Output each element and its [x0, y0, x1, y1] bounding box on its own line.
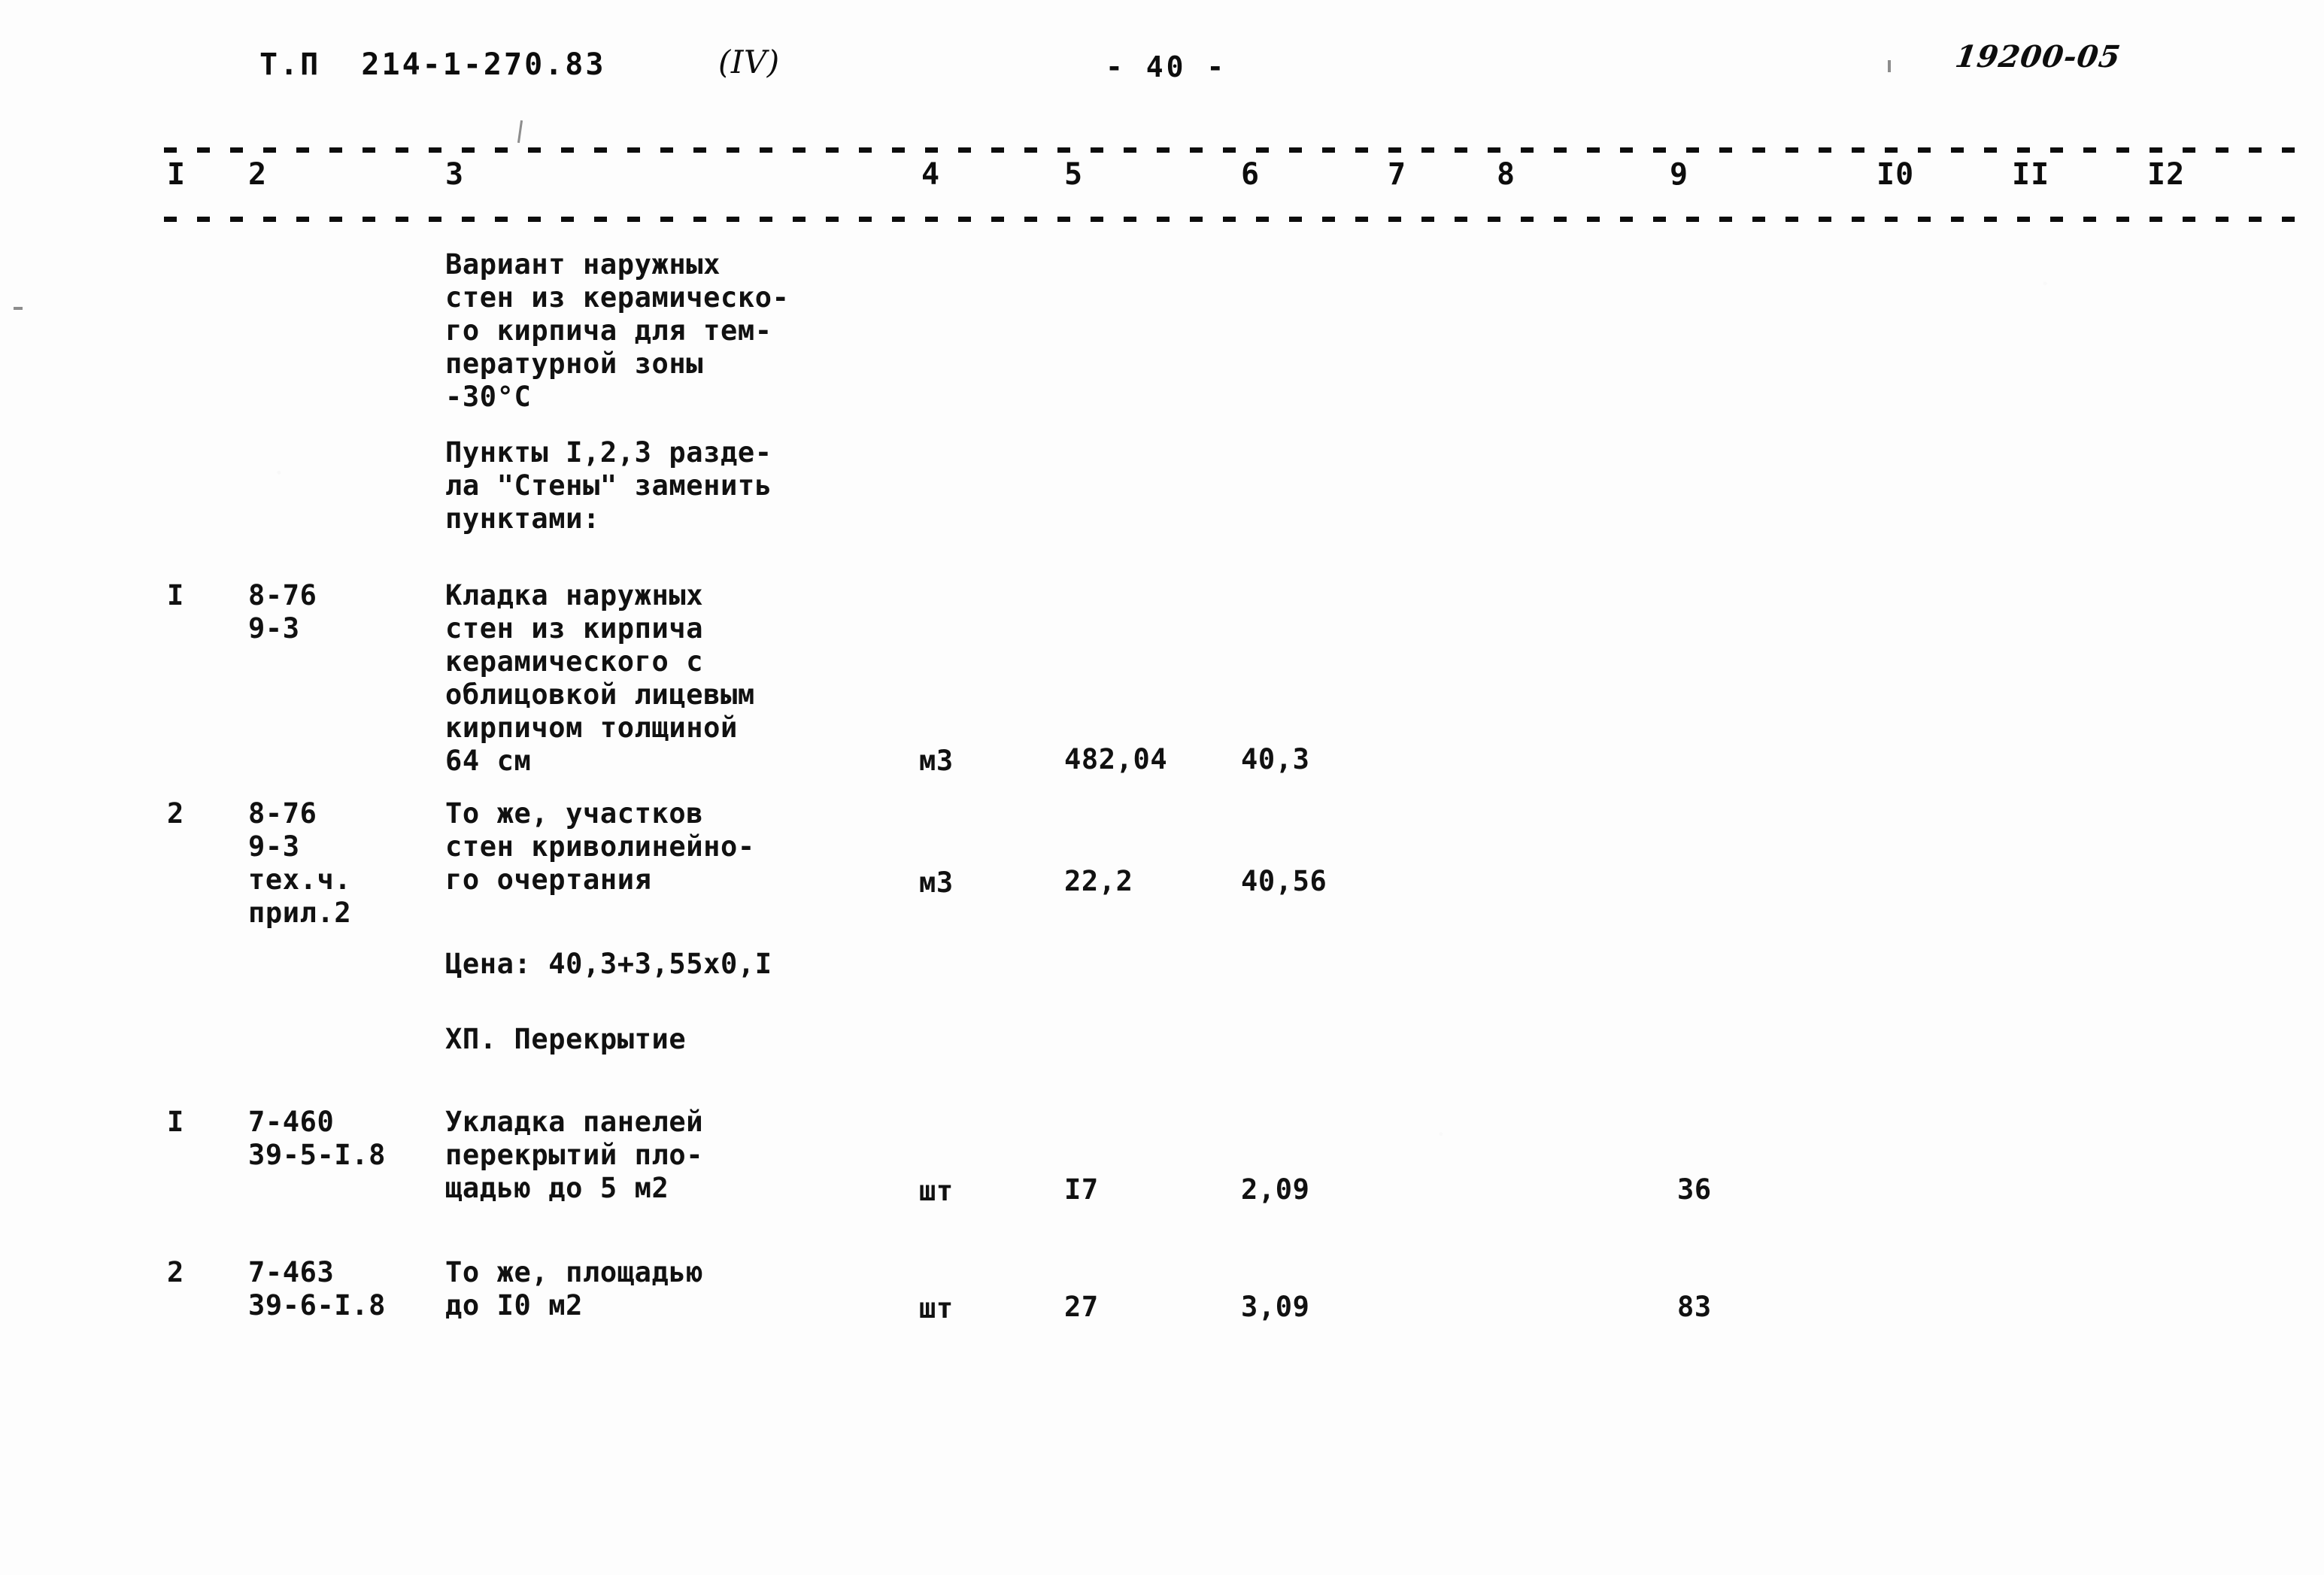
- table-row: I 8-76 9-3 Кладка наружных стен из кирпи…: [0, 579, 2324, 797]
- document-page: Т.П 214-1-270.83 (IV) - 40 - 19200-05 I2…: [0, 0, 2324, 1575]
- row-number: 2: [167, 1256, 184, 1288]
- page-header: Т.П 214-1-270.83 (IV) - 40 - 19200-05: [0, 39, 2324, 95]
- column-number-3: 3: [445, 157, 465, 192]
- section-heading-row: ХП. Перекрытие: [0, 1023, 2324, 1106]
- price-note-row: Цена: 40,3+3,55х0,I: [0, 948, 2324, 1023]
- table-rule-top: [164, 147, 2298, 153]
- row-description: Кладка наружных стен из кирпича керамиче…: [445, 579, 755, 777]
- row-number: I: [167, 1106, 184, 1138]
- row-unit: шт: [919, 1292, 954, 1325]
- row-unit: шт: [919, 1175, 954, 1207]
- document-code: Т.П 214-1-270.83: [259, 47, 606, 82]
- table-rule-bottom: [164, 217, 2298, 222]
- archive-code: 19200-05: [1952, 39, 2123, 74]
- column-number-12: I2: [2147, 157, 2186, 192]
- document-variant: (IV): [718, 44, 780, 80]
- column-number-strip: I 2 3 4 5 6 7 8 9 I0 II I2: [0, 159, 2324, 212]
- row-description: Укладка панелей перекрытий пло- щадью до…: [445, 1106, 704, 1204]
- scan-edge-mark: [14, 307, 23, 310]
- intro-row: Вариант наружных стен из керамическо- го…: [0, 248, 2324, 436]
- price-note: Цена: 40,3+3,55х0,I: [445, 948, 772, 980]
- instruction-row: Пункты I,2,3 разде- ла "Стены" заменить …: [0, 436, 2324, 579]
- table-row: 2 7-463 39-6-I.8 То же, площадью до I0 м…: [0, 1256, 2324, 1391]
- row-code: 7-463 39-6-I.8: [248, 1256, 387, 1322]
- column-number-2: 2: [248, 157, 268, 192]
- row-price: 3,09: [1241, 1291, 1310, 1323]
- column-number-1: I: [167, 157, 187, 192]
- column-number-9: 9: [1670, 157, 1689, 192]
- column-number-6: 6: [1241, 157, 1261, 192]
- column-number-5: 5: [1064, 157, 1084, 192]
- row-number: 2: [167, 797, 184, 830]
- column-number-4: 4: [921, 157, 941, 192]
- section-heading: ХП. Перекрытие: [445, 1023, 687, 1055]
- instruction-text: Пункты I,2,3 разде- ла "Стены" заменить …: [445, 436, 772, 535]
- row-price: 40,56: [1241, 865, 1327, 897]
- scan-edge-mark: [517, 120, 523, 144]
- row-code: 8-76 9-3 тех.ч. прил.2: [248, 797, 352, 929]
- row-quantity: 27: [1064, 1291, 1099, 1323]
- row-unit: м3: [919, 745, 954, 777]
- row-col9: 36: [1677, 1173, 1712, 1206]
- row-code: 7-460 39-5-I.8: [248, 1106, 387, 1171]
- row-quantity: 22,2: [1064, 865, 1133, 897]
- row-col9: 83: [1677, 1291, 1712, 1323]
- column-number-10: I0: [1876, 157, 1915, 192]
- table-body: Вариант наружных стен из керамическо- го…: [0, 248, 2324, 1391]
- column-number-7: 7: [1388, 157, 1407, 192]
- row-quantity: 482,04: [1064, 743, 1168, 775]
- table-row: 2 8-76 9-3 тех.ч. прил.2 То же, участков…: [0, 797, 2324, 948]
- column-number-8: 8: [1497, 157, 1516, 192]
- intro-text: Вариант наружных стен из керамическо- го…: [445, 248, 790, 413]
- table-row: I 7-460 39-5-I.8 Укладка панелей перекры…: [0, 1106, 2324, 1256]
- row-quantity: I7: [1064, 1173, 1099, 1206]
- row-number: I: [167, 579, 184, 611]
- row-unit: м3: [919, 866, 954, 899]
- scan-edge-mark: [1888, 60, 1891, 72]
- row-price: 40,3: [1241, 743, 1310, 775]
- row-description: То же, площадью до I0 м2: [445, 1256, 704, 1322]
- row-description: То же, участков стен криволинейно- го оч…: [445, 797, 755, 896]
- column-number-11: II: [2012, 157, 2050, 192]
- row-price: 2,09: [1241, 1173, 1310, 1206]
- row-code: 8-76 9-3: [248, 579, 317, 645]
- page-number: - 40 -: [1106, 50, 1227, 83]
